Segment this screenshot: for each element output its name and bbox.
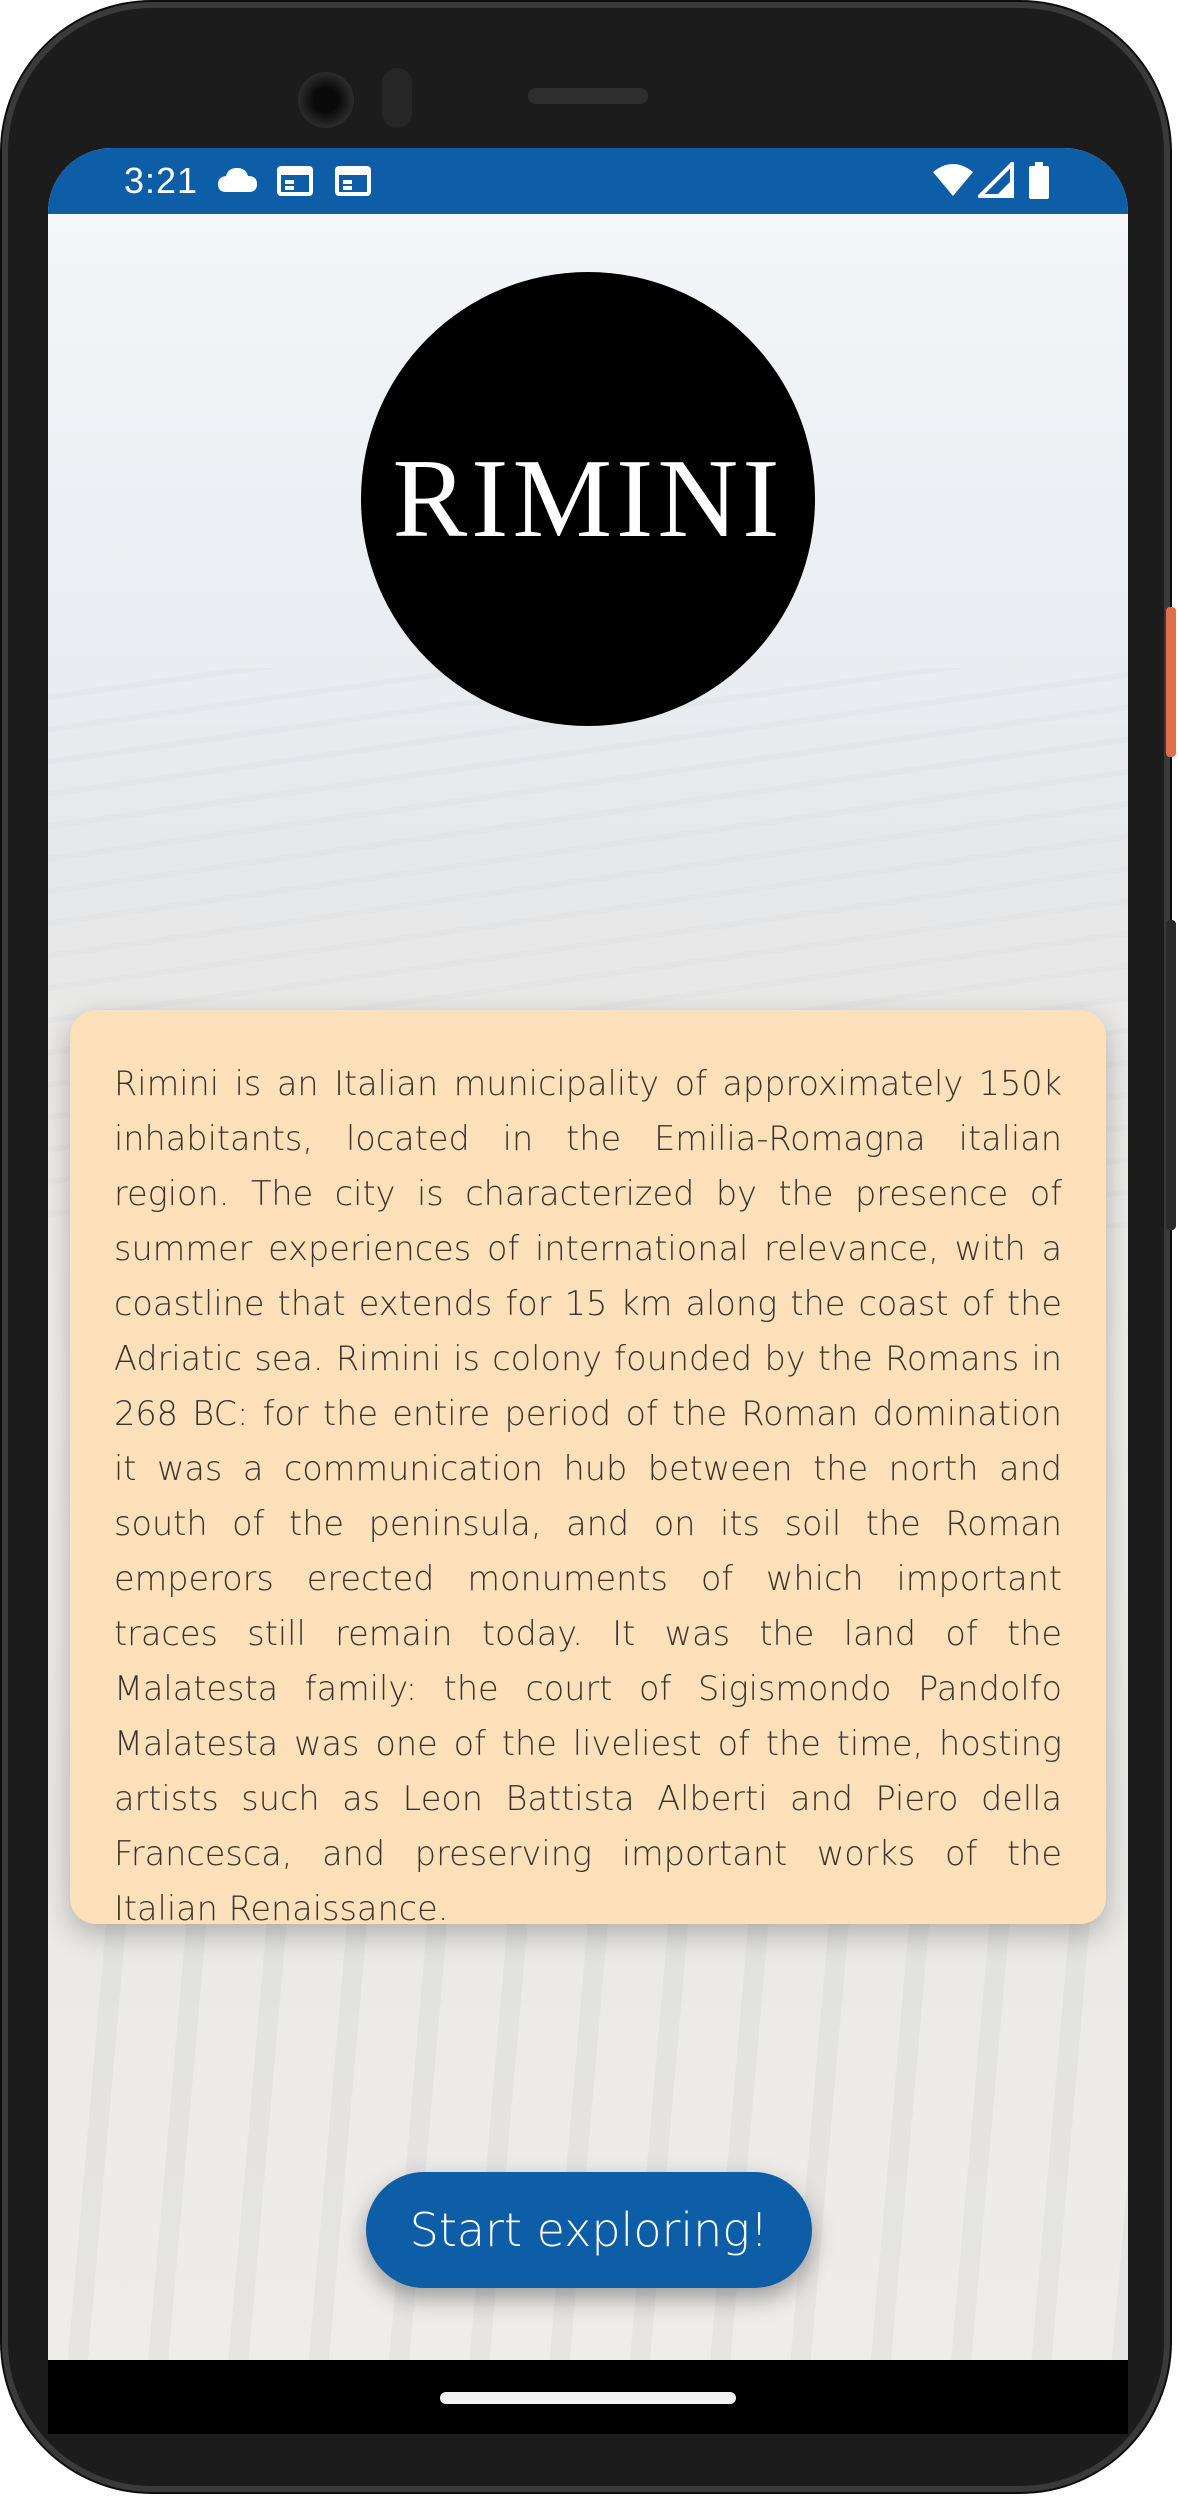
status-bar: 3:21 xyxy=(48,148,1128,214)
logo-text: RIMINI xyxy=(392,436,784,561)
wifi-icon xyxy=(932,162,974,202)
info-description: Rimini is an Italian municipality of app… xyxy=(114,1064,1062,1928)
rimini-logo: RIMINI xyxy=(361,272,815,726)
phone-frame: 3:21 RIMINI Rimini is an Italian municip… xyxy=(2,2,1176,2492)
front-camera xyxy=(298,72,354,128)
proximity-sensor xyxy=(382,68,412,128)
calendar-icon xyxy=(276,162,314,202)
background-lower-texture xyxy=(48,1898,1128,2360)
navigation-bar xyxy=(48,2360,1128,2434)
status-time: 3:21 xyxy=(124,160,199,201)
calendar-icon xyxy=(334,162,372,202)
home-indicator[interactable] xyxy=(440,2392,736,2404)
battery-icon xyxy=(1028,162,1050,204)
cloud-icon xyxy=(216,162,260,202)
app-screen: 3:21 RIMINI Rimini is an Italian municip… xyxy=(48,148,1128,2360)
signal-icon xyxy=(975,159,1014,202)
volume-button xyxy=(1166,920,1176,1230)
info-card: Rimini is an Italian municipality of app… xyxy=(70,1010,1106,1928)
earpiece-speaker xyxy=(528,88,648,104)
start-exploring-button[interactable]: Start exploring! xyxy=(366,2172,812,2288)
power-button xyxy=(1166,607,1176,757)
